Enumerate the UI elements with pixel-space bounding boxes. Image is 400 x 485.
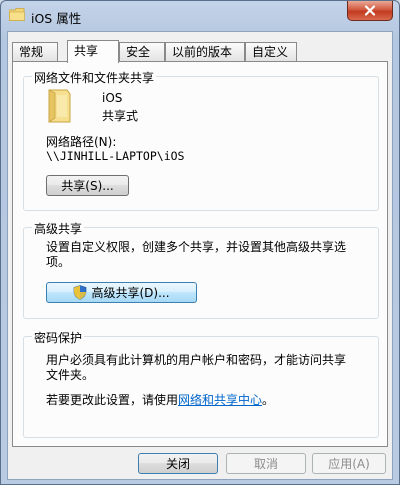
folder-icon [9,8,25,21]
tab-general[interactable]: 常规 [12,42,58,61]
shared-folder-icon [48,89,71,123]
password-protection-group: 密码保护 用户必须具有此计算机的用户帐户和密码，才能访问共享 文件夹。 若要更改… [23,329,379,438]
folder-name: iOS [102,91,123,105]
close-icon [364,5,376,16]
tab-sharing[interactable]: 共享 [67,40,119,63]
change-setting-prefix: 若要更改此设置，请使用 [46,393,179,407]
network-sharing-center-link[interactable]: 网络和共享中心 [178,393,262,407]
network-path-label: 网络路径(N): [46,135,117,149]
dialog-client-area: 常规 共享 安全 以前的版本 自定义 网络文件和文件夹共享 iOS 共享式 网络… [7,31,393,480]
advanced-share-title: 高级共享 [32,220,85,237]
advanced-share-button-label: 高级共享(D)... [91,286,170,300]
tab-previous-versions[interactable]: 以前的版本 [165,42,245,61]
advanced-share-group: 高级共享 设置自定义权限，创建多个共享，并设置其他高级共享选 项。 高级共享(D… [23,220,379,319]
network-path-value: \\JINHILL-LAPTOP\iOS [46,149,185,163]
change-setting-text: 若要更改此设置，请使用网络和共享中心。 [46,391,274,408]
uac-shield-icon [74,285,87,300]
close-window-button[interactable] [347,1,393,21]
tab-security[interactable]: 安全 [119,42,165,61]
tab-strip: 常规 共享 安全 以前的版本 自定义 [12,40,392,63]
share-status: 共享式 [102,109,139,123]
window-title: iOS 属性 [31,11,82,26]
properties-window: iOS 属性 常规 共享 安全 以前的版本 自定义 网络文件和文件夹共享 iOS… [0,0,400,485]
advanced-share-description-2: 项。 [46,255,71,269]
share-button[interactable]: 共享(S)... [46,175,129,196]
network-share-group: 网络文件和文件夹共享 iOS 共享式 网络路径(N): \\JINHILL-LA… [23,69,379,211]
network-share-title: 网络文件和文件夹共享 [32,69,157,86]
title-bar[interactable]: iOS 属性 [1,1,399,31]
advanced-share-description-1: 设置自定义权限，创建多个共享，并设置其他高级共享选 [46,240,347,254]
tab-customize[interactable]: 自定义 [245,42,297,61]
password-protection-title: 密码保护 [32,329,85,346]
sharing-panel: 网络文件和文件夹共享 iOS 共享式 网络路径(N): \\JINHILL-LA… [12,61,388,447]
cancel-button[interactable]: 取消 [226,453,306,474]
close-button[interactable]: 关闭 [138,453,218,474]
apply-button[interactable]: 应用(A) [312,453,386,474]
advanced-share-button[interactable]: 高级共享(D)... [46,282,197,303]
password-text-2: 文件夹。 [46,368,95,382]
change-setting-suffix: 。 [262,393,275,407]
